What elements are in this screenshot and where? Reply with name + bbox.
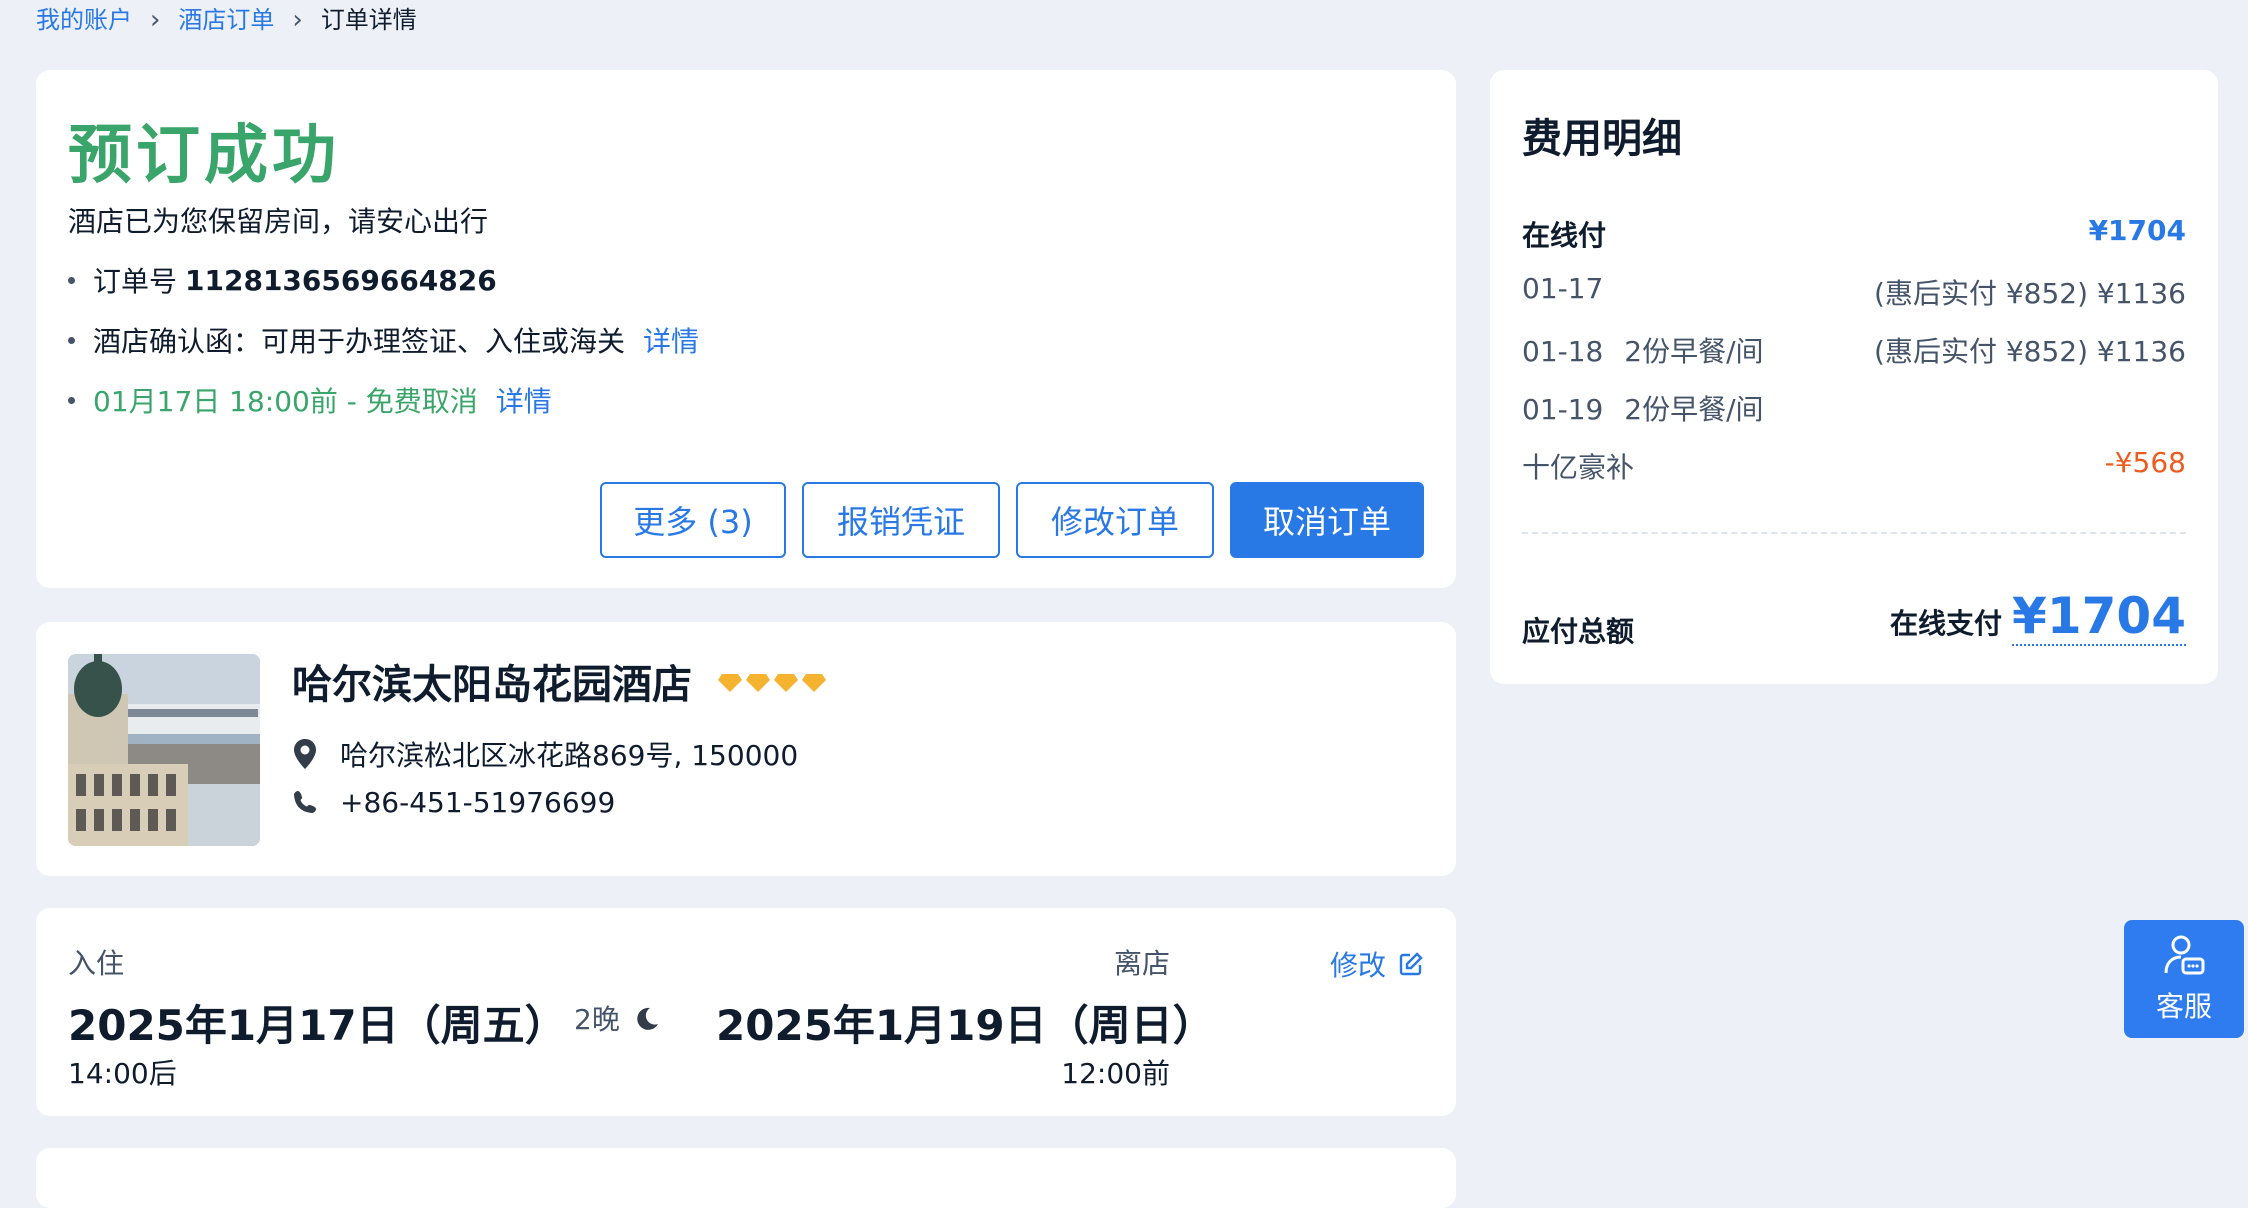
- checkout-label: 离店: [1113, 947, 1170, 980]
- cost-row-date: 01-17: [1522, 272, 1604, 305]
- edit-icon: [1399, 952, 1423, 976]
- online-pay-row: 在线付 ¥1704: [1522, 214, 2186, 254]
- checkin-time: 14:00后: [68, 1057, 177, 1090]
- cost-row: 01-18 2份早餐/间 (惠后实付 ¥852) ¥1136: [1522, 330, 2186, 370]
- checkin-label: 入住: [68, 947, 125, 980]
- order-number-label: 订单号: [93, 265, 178, 298]
- moon-icon: [637, 1007, 658, 1030]
- modify-order-button[interactable]: 修改订单: [1016, 482, 1214, 558]
- online-pay-amount: ¥1704: [2088, 214, 2186, 247]
- customer-service-button[interactable]: 客服: [2124, 920, 2244, 1038]
- receipt-button[interactable]: 报销凭证: [802, 482, 1000, 558]
- confirmation-row: 酒店确认函：可用于办理签证、入住或海关 详情: [68, 320, 699, 360]
- hotel-phone-row: +86-451-51976699: [292, 786, 615, 819]
- cost-row: 01-17 (惠后实付 ¥852) ¥1136: [1522, 272, 2186, 312]
- online-pay-label: 在线付: [1522, 219, 1607, 252]
- modify-dates-link[interactable]: 修改: [1330, 944, 1424, 984]
- hotel-phone[interactable]: +86-451-51976699: [340, 786, 615, 819]
- checkout-date: 2025年1月19日（周日）: [716, 1001, 1215, 1050]
- cost-row-date-desc: 01-18 2份早餐/间: [1522, 330, 1764, 370]
- status-subtitle: 酒店已为您保留房间，请安心出行: [68, 205, 489, 238]
- cost-row-price: (惠后实付 ¥852) ¥1136: [1874, 335, 2186, 368]
- divider: [1522, 532, 2186, 534]
- cost-row-price: (惠后实付 ¥852) ¥1136: [1874, 277, 2186, 310]
- order-number-row: 订单号 1128136569664826: [68, 260, 497, 300]
- confirmation-details-link[interactable]: 详情: [643, 320, 699, 360]
- cost-details-card: 费用明细 在线付 ¥1704 01-17 (惠后实付 ¥852) ¥1136 0…: [1490, 70, 2218, 684]
- location-pin-icon: [294, 739, 316, 769]
- modify-dates-label: 修改: [1329, 949, 1386, 982]
- diamond-icon: [746, 674, 770, 692]
- more-button[interactable]: 更多 (3): [600, 482, 786, 558]
- cost-title: 费用明细: [1522, 116, 1682, 162]
- total-method: 在线支付: [1890, 607, 2003, 640]
- total-amount-group: 在线支付 ¥1704: [1890, 588, 2186, 646]
- next-section-card: [36, 1148, 1456, 1208]
- cost-row-desc: 2份早餐/间: [1624, 335, 1764, 368]
- chevron-right-icon: ›: [150, 5, 161, 35]
- hotel-name[interactable]: 哈尔滨太阳岛花园酒店: [292, 652, 692, 710]
- breadcrumb-my-account[interactable]: 我的账户: [36, 4, 132, 36]
- bullet-dot: [68, 276, 75, 284]
- cancel-policy-details-link[interactable]: 详情: [496, 380, 552, 420]
- phone-icon: [294, 790, 316, 813]
- status-title: 预订成功: [68, 119, 340, 193]
- breadcrumb-current: 订单详情: [320, 6, 417, 34]
- subsidy-amount: -¥568: [2104, 446, 2186, 479]
- checkin-date: 2025年1月17日（周五）: [68, 1001, 567, 1050]
- nights-indicator: 2晚: [574, 998, 660, 1038]
- total-label: 应付总额: [1522, 615, 1635, 648]
- hotel-address[interactable]: 哈尔滨松北区冰花路869号, 150000: [340, 734, 798, 774]
- breadcrumb: 我的账户 › 酒店订单 › 订单详情: [36, 4, 417, 36]
- cancel-policy-row: 01月17日 18:00前 - 免费取消 详情: [68, 380, 552, 420]
- diamond-icon: [718, 674, 742, 692]
- chevron-right-icon: ›: [292, 5, 303, 35]
- diamond-rating: [718, 670, 830, 694]
- cost-row-date: 01-19: [1522, 393, 1604, 426]
- stay-dates-card: 入住 2025年1月17日（周五） 14:00后 2晚 离店 2025年1月19…: [36, 908, 1456, 1116]
- customer-service-label: 客服: [2155, 990, 2212, 1023]
- hotel-card: 哈尔滨太阳岛花园酒店 哈尔滨松北区冰花路869号, 150000 +86-451…: [36, 622, 1456, 876]
- order-number: 1128136569664826: [185, 263, 497, 297]
- breadcrumb-hotel-orders[interactable]: 酒店订单: [178, 4, 274, 36]
- cost-row-date: 01-18: [1522, 335, 1604, 368]
- customer-service-icon: [2164, 935, 2205, 975]
- hotel-address-row: 哈尔滨松北区冰花路869号, 150000: [292, 734, 798, 774]
- cost-row-desc: 2份早餐/间: [1624, 393, 1764, 426]
- checkout-time: 12:00前: [1061, 1057, 1170, 1090]
- bullet-dot: [68, 336, 75, 344]
- confirmation-text: 酒店确认函：可用于办理签证、入住或海关: [93, 325, 626, 358]
- subsidy-label: 十亿豪补: [1522, 451, 1635, 484]
- cost-row: 01-19 2份早餐/间: [1522, 388, 2186, 428]
- total-amount[interactable]: ¥1704: [2012, 588, 2186, 646]
- cancel-order-button[interactable]: 取消订单: [1230, 482, 1424, 558]
- cancel-policy-text: 01月17日 18:00前 - 免费取消: [93, 385, 478, 418]
- booking-status-card: 预订成功 酒店已为您保留房间，请安心出行 订单号 112813656966482…: [36, 70, 1456, 588]
- nights-count: 2晚: [574, 1003, 620, 1036]
- diamond-icon: [802, 674, 826, 692]
- subsidy-row: 十亿豪补 -¥568: [1522, 446, 2186, 486]
- hotel-photo[interactable]: [68, 654, 260, 846]
- diamond-icon: [774, 674, 798, 692]
- bullet-dot: [68, 396, 75, 404]
